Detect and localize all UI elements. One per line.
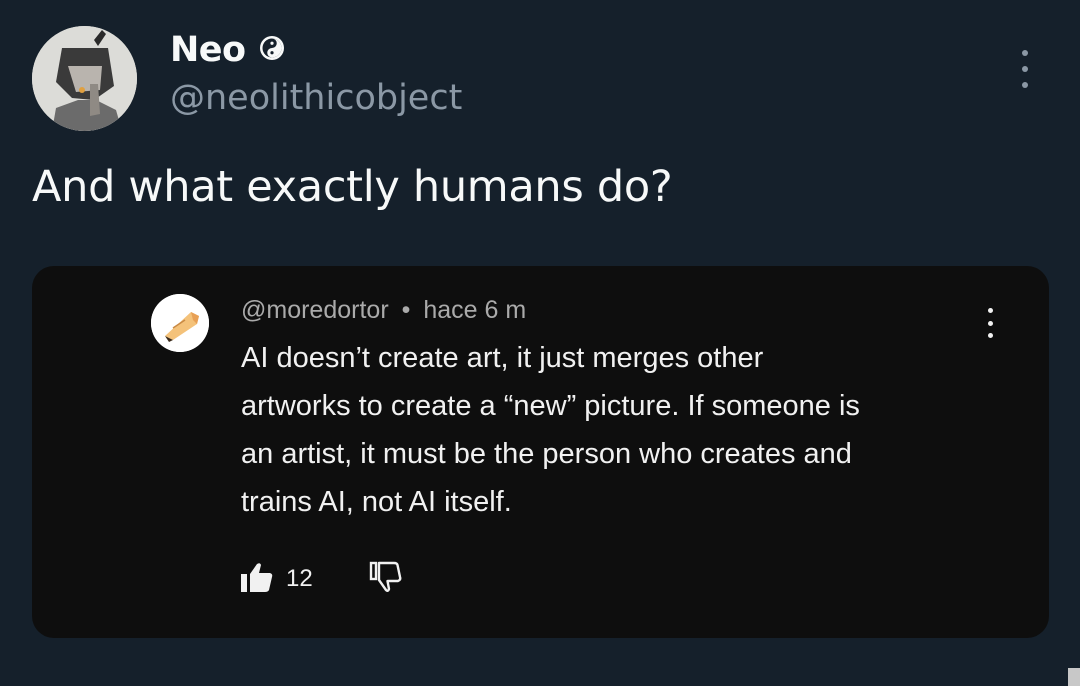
- commenter-username[interactable]: @moredortor: [241, 296, 389, 324]
- comment-line: artworks to create a “new” picture. If s…: [241, 390, 860, 422]
- meta-separator: •: [401, 296, 411, 324]
- commenter-avatar: [151, 294, 209, 352]
- user-handle[interactable]: @neolithicobject: [170, 78, 462, 118]
- avatar[interactable]: [32, 26, 137, 131]
- thumbs-up-icon[interactable]: [240, 561, 274, 598]
- quoted-comment-card: @moredortor • hace 6 m AI doesn’t create…: [32, 266, 1049, 638]
- thumbs-down-icon[interactable]: [369, 561, 403, 598]
- yin-yang-icon: [258, 34, 286, 67]
- comment-line: AI doesn’t create art, it just merges ot…: [241, 342, 764, 374]
- more-options-icon[interactable]: [1014, 50, 1036, 88]
- comment-text: AI doesn’t create art, it just merges ot…: [241, 334, 1001, 526]
- comment-line: trains AI, not AI itself.: [241, 486, 512, 518]
- display-name[interactable]: Neo: [170, 30, 246, 70]
- comment-meta: @moredortor • hace 6 m: [241, 296, 526, 325]
- comment-line: an artist, it must be the person who cre…: [241, 438, 852, 470]
- comment-time: hace 6 m: [423, 296, 527, 324]
- avatar-image: [32, 26, 137, 131]
- comment-actions: 12: [240, 561, 403, 598]
- tweet-text: And what exactly humans do?: [32, 162, 673, 212]
- scrollbar-thumb[interactable]: [1068, 668, 1080, 686]
- like-count: 12: [286, 565, 313, 592]
